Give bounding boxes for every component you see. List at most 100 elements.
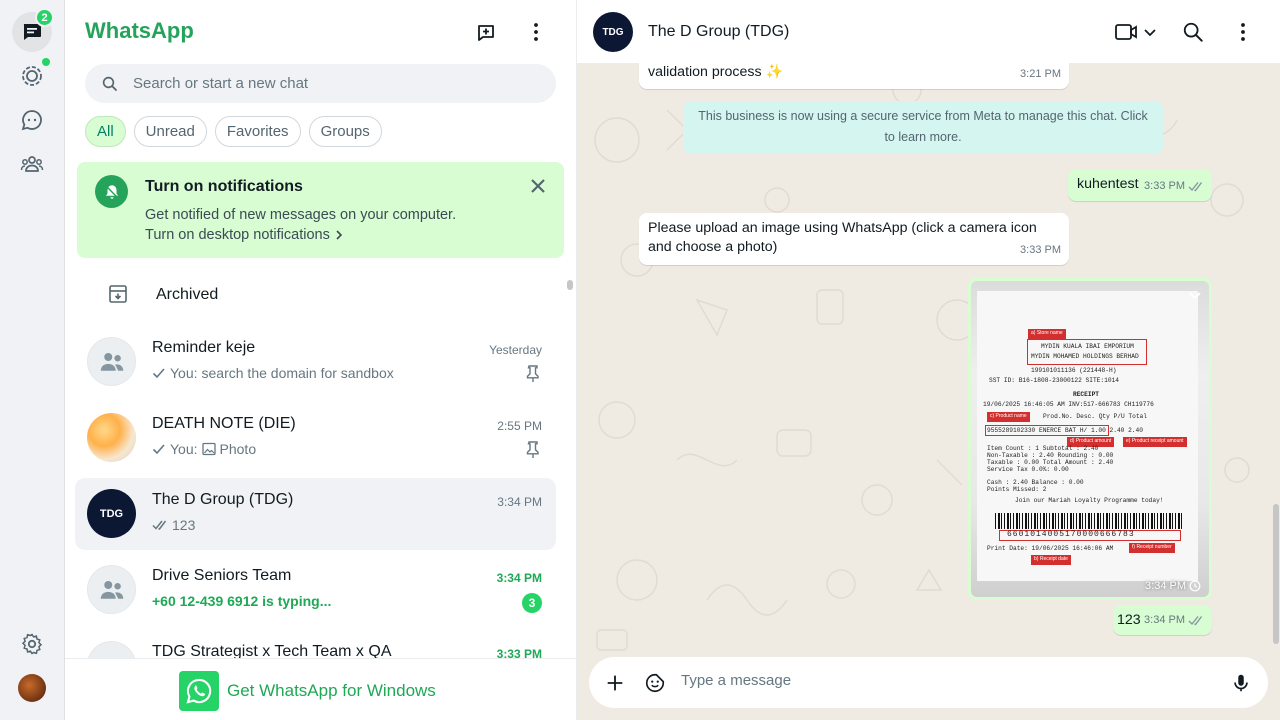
tag-receipt-number: f) Receipt number xyxy=(1129,543,1175,553)
conversation-scrollbar[interactable] xyxy=(1273,64,1279,656)
chat-item-reminder-keje[interactable]: Reminder keje Yesterday You: search the … xyxy=(75,326,556,398)
chat-preview: You: Photo xyxy=(152,441,256,457)
chat-menu-button[interactable] xyxy=(1225,14,1261,50)
chevron-down-icon[interactable] xyxy=(1187,287,1203,303)
message-time: 3:34 PM xyxy=(1145,580,1186,592)
incoming-message[interactable]: Please upload an image using WhatsApp (c… xyxy=(639,213,1069,265)
filter-chips: All Unread Favorites Groups xyxy=(85,116,382,147)
receipt-sst: SST ID: B16-1808-23000122 SITE:1014 xyxy=(989,377,1119,384)
message-meta: 3:21 PM xyxy=(1020,65,1061,84)
chat-time: 3:33 PM xyxy=(496,647,542,658)
chat-name: The D Group (TDG) xyxy=(152,491,294,508)
message-composer xyxy=(589,657,1268,708)
chat-item-drive-seniors[interactable]: Drive Seniors Team 3:34 PM +60 12-439 69… xyxy=(75,554,556,626)
conversation-scroll-thumb[interactable] xyxy=(1273,504,1279,644)
tag-store-name: a) Store name xyxy=(1028,329,1066,339)
receipt-store: MYDIN KUALA IBAI EMPORIUM xyxy=(1041,343,1134,350)
archive-icon xyxy=(109,285,127,303)
sticker-button[interactable] xyxy=(637,665,673,701)
chat-list-scrollbar[interactable] xyxy=(567,270,573,650)
archived-label: Archived xyxy=(156,286,219,303)
chat-title[interactable]: The D Group (TDG) xyxy=(648,23,789,41)
chat-list-scroll-thumb[interactable] xyxy=(567,280,573,290)
video-call-icon xyxy=(1115,24,1156,40)
chat-time: 3:34 PM xyxy=(496,571,542,585)
message-text: Please upload an image using WhatsApp (c… xyxy=(648,220,1037,255)
chat-item-tdg-strategist[interactable]: TDG Strategist x Tech Team x QA 3:33 PM xyxy=(75,630,556,658)
status-nav-button[interactable] xyxy=(12,56,52,96)
voice-message-button[interactable] xyxy=(1223,665,1259,701)
clock-icon xyxy=(1189,580,1201,592)
communities-icon xyxy=(20,156,44,172)
receipt-barcode xyxy=(995,513,1183,529)
receipt-print-date: Print Date: 19/06/2025 16:46:06 AM xyxy=(987,545,1114,552)
message-input[interactable] xyxy=(681,672,1201,689)
unread-count-badge: 3 xyxy=(522,593,542,613)
image-message[interactable]: a) Store name MYDIN KUALA IBAI EMPORIUM … xyxy=(968,278,1212,600)
outgoing-message[interactable]: 123 3:34 PM xyxy=(1113,605,1212,635)
group-icon xyxy=(100,580,123,599)
chat-name: DEATH NOTE (DIE) xyxy=(152,415,296,432)
message-meta: 3:34 PM xyxy=(1144,611,1204,630)
profile-avatar xyxy=(18,674,46,702)
typing-indicator: +60 12-439 6912 is typing... xyxy=(152,593,332,609)
pin-icon xyxy=(526,365,539,382)
group-avatar xyxy=(87,337,136,386)
search-icon xyxy=(1183,22,1203,42)
filter-all[interactable]: All xyxy=(85,116,126,147)
receipt-date-line: 19/06/2025 16:46:05 AM INV:517-666783 CH… xyxy=(983,401,1154,408)
channels-nav-button[interactable] xyxy=(12,100,52,140)
filter-favorites[interactable]: Favorites xyxy=(214,116,301,147)
close-icon xyxy=(531,179,545,193)
chat-name: Reminder keje xyxy=(152,339,256,356)
new-chat-icon xyxy=(478,25,494,41)
chat-item-the-d-group[interactable]: TDG The D Group (TDG) 3:34 PM 123 xyxy=(75,478,556,550)
message-time: 3:33 PM xyxy=(1144,180,1185,192)
filter-groups[interactable]: Groups xyxy=(308,116,382,147)
group-avatar[interactable]: TDG xyxy=(593,12,633,52)
enable-notifications-label: Turn on desktop notifications xyxy=(145,227,330,243)
system-notice[interactable]: This business is now using a secure serv… xyxy=(683,101,1163,154)
chat-item-death-note[interactable]: DEATH NOTE (DIE) 2:55 PM You: Photo xyxy=(75,402,556,474)
channels-icon xyxy=(21,110,42,131)
new-chat-button[interactable] xyxy=(468,14,504,50)
enable-notifications-link[interactable]: Turn on desktop notifications xyxy=(145,227,344,243)
message-text: kuhentest xyxy=(1077,176,1139,192)
receipt-company: MYDIN MOHAMED HOLDINGS BERHAD xyxy=(1031,353,1139,360)
tag-receipt-amount: e) Product receipt amount xyxy=(1123,437,1187,447)
group-avatar xyxy=(87,565,136,614)
preview-text: 123 xyxy=(172,517,196,533)
filter-unread[interactable]: Unread xyxy=(133,116,207,147)
receipt-reg: 199101011136 (221448-H) xyxy=(1031,367,1117,374)
video-call-button[interactable] xyxy=(1107,14,1165,50)
chat-list-panel: WhatsApp All Unread Favorites Groups Tur… xyxy=(65,0,577,720)
notification-text: Get notified of new messages on your com… xyxy=(145,207,457,223)
receipt-loyalty: Join our Mariah Loyalty Programme today! xyxy=(1015,497,1164,504)
attach-button[interactable] xyxy=(597,665,633,701)
get-windows-app-link[interactable]: Get WhatsApp for Windows xyxy=(179,671,436,711)
microphone-icon xyxy=(1234,674,1248,692)
single-check-icon xyxy=(152,444,165,455)
menu-button[interactable] xyxy=(518,14,554,50)
communities-nav-button[interactable] xyxy=(12,144,52,184)
search-chat-button[interactable] xyxy=(1175,14,1211,50)
search-bar xyxy=(85,64,556,103)
message-time: 3:21 PM xyxy=(1020,68,1061,80)
receipt-totals-4: Service Tax 0.0%: 0.00 xyxy=(987,466,1069,473)
notification-bell-icon xyxy=(95,175,128,208)
chats-nav-button[interactable]: 2 xyxy=(12,8,54,52)
search-input[interactable] xyxy=(133,75,533,92)
settings-nav-button[interactable] xyxy=(12,624,52,664)
message-text: 123 xyxy=(1117,612,1141,628)
incoming-message[interactable]: validation process ✨ 3:21 PM xyxy=(639,52,1069,89)
chat-avatar xyxy=(87,413,136,462)
receipt-image[interactable]: a) Store name MYDIN KUALA IBAI EMPORIUM … xyxy=(971,281,1209,597)
profile-nav-button[interactable] xyxy=(12,668,52,708)
outgoing-message[interactable]: kuhentest 3:33 PM xyxy=(1068,169,1212,201)
close-notification-button[interactable] xyxy=(526,174,550,198)
kebab-menu-icon xyxy=(1241,23,1245,41)
photo-icon xyxy=(201,442,216,456)
message-time: 3:33 PM xyxy=(1020,244,1061,256)
archived-row[interactable]: Archived xyxy=(65,270,565,320)
plus-icon xyxy=(607,675,623,691)
